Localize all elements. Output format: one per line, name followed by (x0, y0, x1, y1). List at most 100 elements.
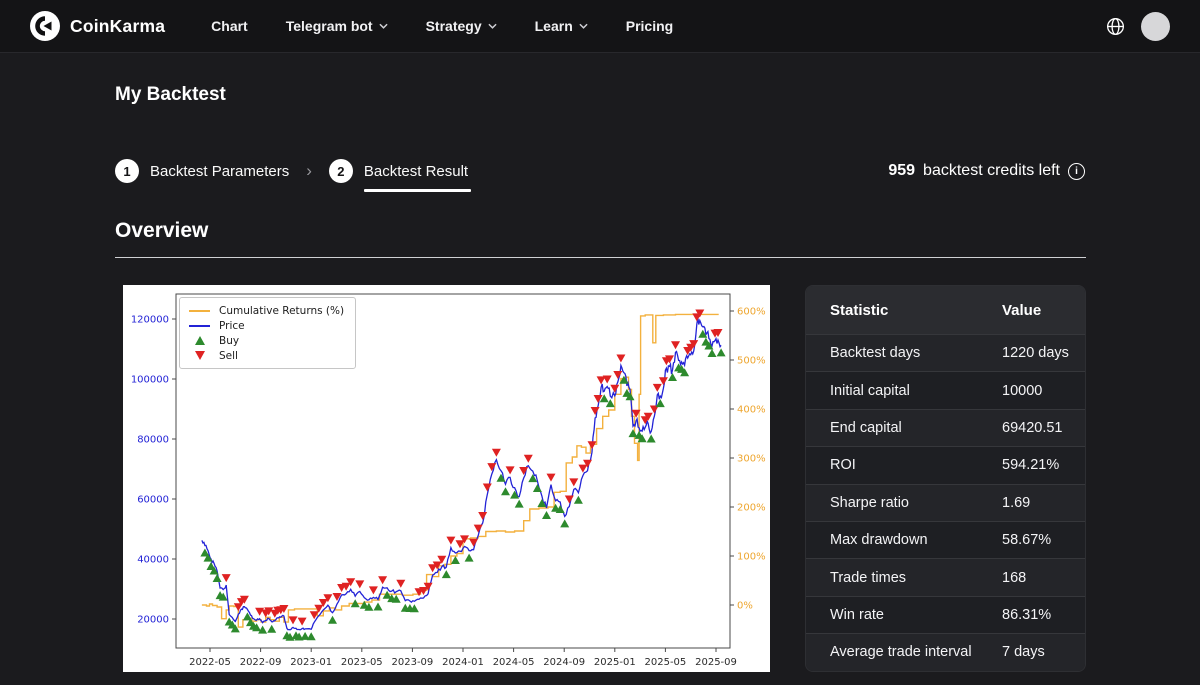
stat-value: 1220 days (1002, 345, 1085, 361)
step-1-label: Backtest Parameters (150, 163, 289, 180)
stat-label: Initial capital (830, 383, 1002, 399)
sell-triangle-icon (195, 351, 205, 360)
legend-line-icon (189, 325, 210, 327)
nav-item-telegram-bot[interactable]: Telegram bot (286, 18, 388, 34)
step-backtest-result[interactable]: 2 Backtest Result (329, 159, 468, 183)
table-row: Sharpe ratio1.69 (806, 484, 1085, 521)
svg-text:2023-09: 2023-09 (392, 657, 434, 668)
buy-triangle-icon (195, 336, 205, 345)
svg-text:400%: 400% (737, 405, 766, 416)
nav-item-pricing[interactable]: Pricing (626, 18, 673, 34)
stat-value: 594.21% (1002, 457, 1085, 473)
stat-label: Average trade interval (830, 644, 1002, 660)
navbar: CoinKarma Chart Telegram bot Strategy Learn… (0, 0, 1200, 53)
stat-value: 168 (1002, 570, 1085, 586)
stepper: 1 Backtest Parameters › 2 Backtest Resul… (115, 159, 1085, 183)
nav-items: Chart Telegram bot Strategy Learn Pricing (211, 18, 673, 34)
credits-label: backtest credits left (923, 162, 1060, 180)
svg-text:2023-05: 2023-05 (341, 657, 383, 668)
svg-text:80000: 80000 (137, 435, 169, 446)
table-row: Initial capital10000 (806, 371, 1085, 408)
globe-icon[interactable] (1105, 16, 1126, 37)
svg-text:2025-01: 2025-01 (594, 657, 636, 668)
svg-text:600%: 600% (737, 307, 766, 318)
legend-cumulative-returns: Cumulative Returns (%) (189, 304, 344, 317)
svg-text:40000: 40000 (137, 555, 169, 566)
legend-label: Sell (219, 350, 238, 362)
svg-text:500%: 500% (737, 356, 766, 367)
stat-label: Win rate (830, 607, 1002, 623)
avatar[interactable] (1141, 12, 1170, 41)
chevron-right-icon: › (306, 161, 312, 181)
stat-label: End capital (830, 420, 1002, 436)
svg-text:0%: 0% (737, 601, 753, 612)
svg-text:200%: 200% (737, 503, 766, 514)
nav-item-learn[interactable]: Learn (535, 18, 588, 34)
stat-label: ROI (830, 457, 1002, 473)
info-icon[interactable]: i (1068, 163, 1085, 180)
brand[interactable]: CoinKarma (30, 11, 165, 41)
stat-value: 1.69 (1002, 495, 1085, 511)
svg-text:60000: 60000 (137, 495, 169, 506)
nav-item-label: Learn (535, 18, 573, 34)
nav-item-chart[interactable]: Chart (211, 18, 248, 34)
svg-text:100000: 100000 (131, 375, 169, 386)
step-2-label: Backtest Result (364, 163, 468, 180)
legend-sell: Sell (189, 349, 344, 362)
svg-text:2022-09: 2022-09 (240, 657, 282, 668)
backtest-credits: 959 backtest credits left i (888, 162, 1085, 180)
coinkarma-logo-icon (30, 11, 60, 41)
legend-label: Cumulative Returns (%) (219, 305, 344, 317)
step-backtest-parameters[interactable]: 1 Backtest Parameters (115, 159, 289, 183)
table-row: Max drawdown58.67% (806, 521, 1085, 558)
header-statistic: Statistic (830, 302, 1002, 319)
stat-label: Sharpe ratio (830, 495, 1002, 511)
legend-price: Price (189, 319, 344, 332)
svg-text:2022-05: 2022-05 (189, 657, 231, 668)
svg-text:100%: 100% (737, 552, 766, 563)
chevron-down-icon (579, 23, 588, 29)
stats-table-header: Statistic Value (806, 286, 1085, 334)
stat-value: 58.67% (1002, 532, 1085, 548)
chevron-down-icon (379, 23, 388, 29)
stats-table: Statistic Value Backtest days1220 daysIn… (805, 285, 1086, 672)
chevron-down-icon (488, 23, 497, 29)
nav-right (1105, 12, 1170, 41)
stat-label: Trade times (830, 570, 1002, 586)
stat-value: 86.31% (1002, 607, 1085, 623)
header-value: Value (1002, 302, 1085, 319)
svg-text:20000: 20000 (137, 615, 169, 626)
table-row: ROI594.21% (806, 446, 1085, 483)
svg-text:300%: 300% (737, 454, 766, 465)
legend-label: Price (219, 320, 245, 332)
page-title: My Backtest (115, 84, 226, 106)
legend-line-icon (189, 310, 210, 312)
stat-value: 10000 (1002, 383, 1085, 399)
brand-name: CoinKarma (70, 16, 165, 37)
legend-label: Buy (219, 335, 239, 347)
table-row: Backtest days1220 days (806, 334, 1085, 371)
nav-item-label: Pricing (626, 18, 673, 34)
nav-item-label: Strategy (426, 18, 482, 34)
chart-legend: Cumulative Returns (%) Price Buy Sell (179, 297, 356, 369)
svg-text:2024-01: 2024-01 (442, 657, 484, 668)
step-2-number: 2 (329, 159, 353, 183)
svg-text:2024-09: 2024-09 (543, 657, 585, 668)
step-1-number: 1 (115, 159, 139, 183)
stat-label: Backtest days (830, 345, 1002, 361)
legend-buy: Buy (189, 334, 344, 347)
table-row: Trade times168 (806, 558, 1085, 595)
nav-item-strategy[interactable]: Strategy (426, 18, 497, 34)
stat-label: Max drawdown (830, 532, 1002, 548)
table-row: End capital69420.51 (806, 409, 1085, 446)
stat-value: 7 days (1002, 644, 1085, 660)
section-title: Overview (115, 219, 208, 243)
backtest-chart: 20000 40000 60000 80000 100000 120000 0% 100% 20… (123, 285, 770, 672)
svg-text:120000: 120000 (131, 315, 169, 326)
section-divider (115, 257, 1086, 258)
svg-text:2025-09: 2025-09 (695, 657, 737, 668)
nav-item-label: Chart (211, 18, 248, 34)
svg-text:2024-05: 2024-05 (493, 657, 535, 668)
nav-item-label: Telegram bot (286, 18, 373, 34)
credits-count: 959 (888, 162, 915, 180)
